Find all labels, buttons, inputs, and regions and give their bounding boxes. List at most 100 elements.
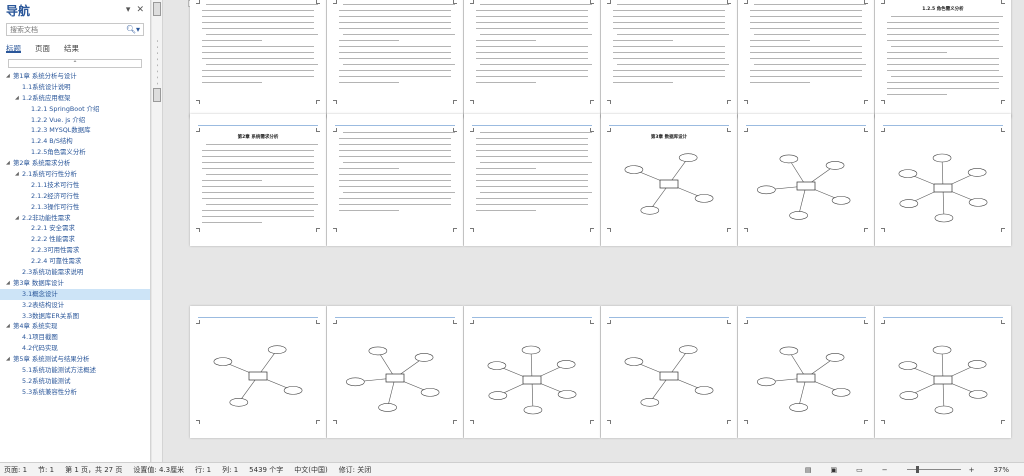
nav-heading-item[interactable]: ◢ 第4章 系统实现 <box>0 321 150 332</box>
status-page[interactable]: 页面: 1 <box>4 465 27 475</box>
web-layout-icon[interactable]: ▭ <box>856 466 863 474</box>
document-page[interactable] <box>464 114 600 246</box>
ruler-margin-marker[interactable] <box>153 88 161 102</box>
nav-heading-item[interactable]: 1.1系统设计说明 <box>0 82 150 93</box>
nav-heading-item[interactable]: 1.2.2 Vue. js 介绍 <box>0 115 150 126</box>
search-icon[interactable]: 🔍︎▾ <box>126 25 140 34</box>
expand-triangle-icon[interactable]: ◢ <box>6 354 10 365</box>
tab-results[interactable]: 结果 <box>64 43 79 53</box>
status-revisions[interactable]: 修订: 关闭 <box>339 465 372 475</box>
document-page[interactable] <box>738 306 874 438</box>
nav-heading-item[interactable]: 1.2.5角色需义分析 <box>0 147 150 158</box>
print-layout-icon[interactable]: ▣ <box>830 466 837 474</box>
nav-heading-item[interactable]: 1.2.4 B/S结构 <box>0 136 150 147</box>
status-language[interactable]: 中文(中国) <box>294 465 327 475</box>
nav-heading-item[interactable]: 2.2.2 性能需求 <box>0 234 150 245</box>
crop-mark <box>1001 128 1005 132</box>
nav-heading-label: 1.2.1 SpringBoot 介绍 <box>31 104 100 113</box>
nav-heading-item[interactable]: ◢ 第1章 系统分析与设计 <box>0 71 150 82</box>
nav-heading-item[interactable]: 3.2表结构设计 <box>0 300 150 311</box>
vertical-ruler[interactable]: - - - - - - - - - - <box>152 0 163 462</box>
nav-heading-item[interactable]: 2.1.2经济可行性 <box>0 191 150 202</box>
zoom-level[interactable]: 37% <box>993 466 1009 474</box>
expand-triangle-icon[interactable]: ◢ <box>6 158 10 169</box>
status-words[interactable]: 5439 个字 <box>249 465 283 475</box>
nav-heading-item[interactable]: ◢ 1.2系统应用框架 <box>0 93 150 104</box>
document-page[interactable] <box>327 114 463 246</box>
document-page[interactable] <box>875 114 1011 246</box>
document-page[interactable] <box>464 0 600 118</box>
document-page[interactable]: 第3章 数据库设计 <box>601 114 737 246</box>
nav-heading-item[interactable]: 4.1项目截图 <box>0 332 150 343</box>
document-page[interactable] <box>327 0 463 118</box>
text-line <box>613 52 725 53</box>
document-page[interactable] <box>601 0 737 118</box>
nav-options-icon[interactable]: ▾ <box>126 5 131 15</box>
crop-mark <box>196 420 200 424</box>
nav-heading-item[interactable]: 5.3系统兼容性分析 <box>0 387 150 398</box>
nav-heading-item[interactable]: 5.1系统功能测试方法概述 <box>0 365 150 376</box>
text-line <box>476 168 536 169</box>
document-page[interactable] <box>190 306 326 438</box>
document-page[interactable] <box>738 114 874 246</box>
expand-triangle-icon[interactable]: ◢ <box>15 169 19 180</box>
document-page[interactable] <box>601 306 737 438</box>
nav-heading-item[interactable]: 1.2.3 MYSQL数据库 <box>0 125 150 136</box>
nav-heading-item[interactable]: 2.2.1 安全需求 <box>0 223 150 234</box>
close-icon[interactable]: ✕ <box>136 5 144 15</box>
nav-heading-label: 第4章 系统实现 <box>13 322 58 331</box>
zoom-slider[interactable] <box>906 466 961 473</box>
nav-heading-item[interactable]: ◢ 第3章 数据库设计 <box>0 278 150 289</box>
nav-search-input[interactable]: 搜索文档 🔍︎▾ <box>6 23 144 36</box>
document-page[interactable] <box>738 0 874 118</box>
document-page[interactable] <box>875 306 1011 438</box>
nav-heading-item[interactable]: 5.2系统功能测试 <box>0 376 150 387</box>
nav-heading-item[interactable]: 2.3系统功能需求说明 <box>0 267 150 278</box>
status-row[interactable]: 行: 1 <box>195 465 211 475</box>
status-page-of[interactable]: 第 1 页，共 27 页 <box>65 465 122 475</box>
text-line <box>750 22 862 23</box>
document-page[interactable] <box>327 306 463 438</box>
text-line <box>891 76 1003 77</box>
tab-headings[interactable]: 标题 <box>6 43 21 53</box>
status-section[interactable]: 节: 1 <box>38 465 54 475</box>
nav-heading-item[interactable]: 1.2.1 SpringBoot 介绍 <box>0 104 150 115</box>
expand-triangle-icon[interactable]: ◢ <box>6 321 10 332</box>
expand-triangle-icon[interactable]: ◢ <box>6 71 10 82</box>
read-mode-icon[interactable]: ▤ <box>805 466 812 474</box>
text-line <box>202 82 262 83</box>
nav-heading-item[interactable]: 2.2.4 可靠性需求 <box>0 256 150 267</box>
document-page[interactable] <box>190 0 326 118</box>
text-line <box>202 198 314 199</box>
crop-mark <box>744 228 748 232</box>
document-area[interactable]: 1.2.5 角色需义分析第2章 系统需求分析 第3章 数据库设计 <box>164 0 1024 462</box>
crop-mark <box>590 420 594 424</box>
nav-heading-item[interactable]: ◢ 2.2非功能性需求 <box>0 213 150 224</box>
heading-tree: ◢ 第1章 系统分析与设计 1.1系统设计说明 ◢ 1.2系统应用框架 1.2.1 Spr… <box>0 71 150 398</box>
status-position[interactable]: 设置值: 4.3厘米 <box>133 465 184 475</box>
zoom-in-button[interactable]: + <box>969 466 975 474</box>
nav-heading-item[interactable]: 4.2代码实现 <box>0 343 150 354</box>
nav-heading-item[interactable]: 3.1概念设计 <box>0 288 150 300</box>
nav-heading-item[interactable]: 2.2.3可用性需求 <box>0 245 150 256</box>
nav-heading-item[interactable]: 3.3数据库ER关系图 <box>0 311 150 322</box>
document-page[interactable]: 1.2.5 角色需义分析 <box>875 0 1011 118</box>
status-col[interactable]: 列: 1 <box>222 465 238 475</box>
nav-heading-item[interactable]: 2.1.1技术可行性 <box>0 180 150 191</box>
crop-mark <box>196 128 200 132</box>
zoom-out-button[interactable]: − <box>882 466 888 474</box>
expand-triangle-icon[interactable]: ◢ <box>6 278 10 289</box>
nav-heading-item[interactable]: 2.1.3操作可行性 <box>0 202 150 213</box>
document-page[interactable]: 第2章 系统需求分析 <box>190 114 326 246</box>
zoom-slider-thumb[interactable] <box>915 466 919 473</box>
ruler-margin-marker[interactable] <box>153 2 161 16</box>
nav-heading-item[interactable]: ◢ 第2章 系统需求分析 <box>0 158 150 169</box>
tab-pages[interactable]: 页面 <box>35 43 50 53</box>
text-line <box>613 58 725 59</box>
document-page[interactable] <box>464 306 600 438</box>
nav-heading-item[interactable]: ◢ 第5章 系统测试与结果分析 <box>0 354 150 365</box>
nav-heading-item[interactable]: ◢ 2.1系统可行性分析 <box>0 169 150 180</box>
expand-triangle-icon[interactable]: ◢ <box>15 213 19 224</box>
expand-triangle-icon[interactable]: ◢ <box>15 93 19 104</box>
collapse-all-button[interactable]: ⌃ <box>8 59 142 68</box>
